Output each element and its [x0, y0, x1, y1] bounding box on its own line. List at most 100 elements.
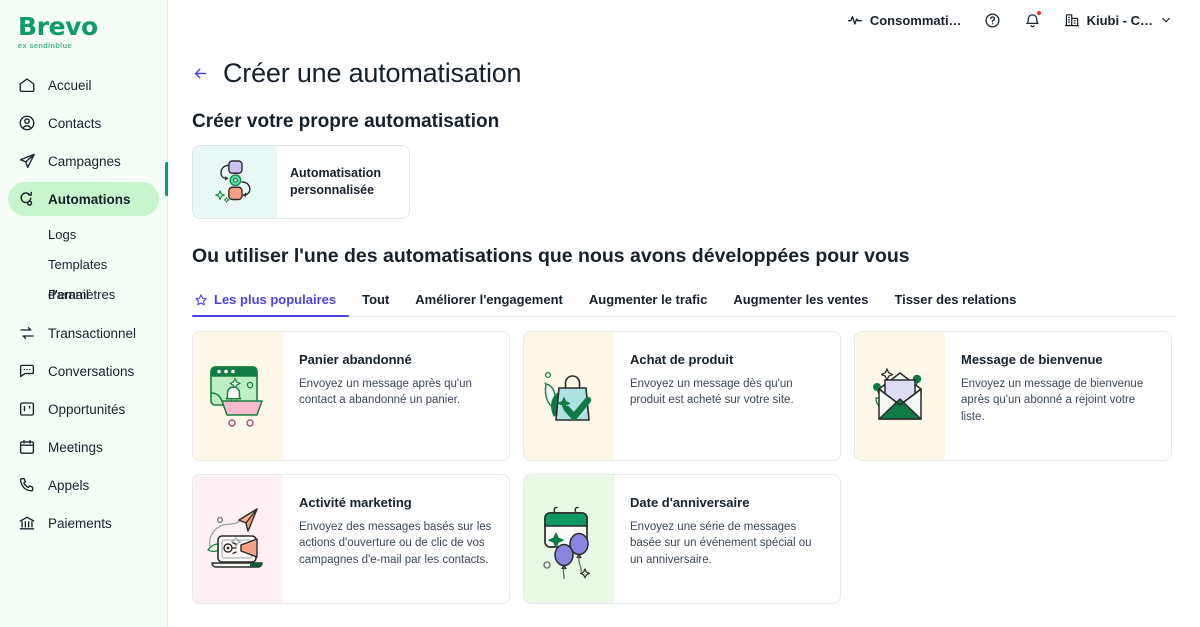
tab-ameliorer-l-engagement[interactable]: Améliorer l'engagement: [402, 284, 576, 316]
page-content: Créer une automatisation Créer votre pro…: [168, 40, 1200, 604]
page-title: Créer une automatisation: [223, 58, 522, 88]
template-title: Activité marketing: [299, 495, 412, 510]
template-title: Panier abandonné: [299, 352, 412, 367]
paper-plane-icon: [18, 152, 36, 170]
template-description: Envoyez des messages basés sur les actio…: [299, 521, 492, 566]
tab-tout[interactable]: Tout: [349, 284, 402, 316]
sidebar-subitem-templates-email[interactable]: Templates d'email: [8, 250, 159, 302]
help-button[interactable]: [978, 5, 1008, 35]
birthday-illustration: [524, 475, 614, 603]
sidebar-item-contacts[interactable]: Contacts: [8, 106, 159, 140]
section-title-templates: Ou utiliser l'une des automatisations qu…: [192, 245, 910, 267]
tab-label: Tisser des relations: [894, 292, 1017, 307]
abandoned-cart-illustration: [193, 332, 283, 460]
brand-logo[interactable]: Brevo ex sendinblue: [0, 6, 167, 64]
building-icon: [1064, 12, 1080, 28]
app-root: Brevo ex sendinblue Accueil Contacts Cam…: [0, 0, 1200, 627]
sidebar-item-opportunites[interactable]: Opportunités: [8, 392, 159, 426]
chat-icon: [18, 362, 36, 380]
sidebar-item-label: Appels: [48, 477, 90, 493]
sidebar-item-meetings[interactable]: Meetings: [8, 430, 159, 464]
template-card-panier-abandonne[interactable]: Panier abandonné Envoyez un message aprè…: [192, 331, 510, 461]
board-icon: [18, 400, 36, 418]
template-card-activite-marketing[interactable]: Activité marketing Envoyez des messages …: [192, 474, 510, 604]
template-card-body: Message de bienvenue Envoyez un message …: [945, 332, 1171, 460]
transfer-icon: [18, 324, 36, 342]
template-description: Envoyez une série de messages basée sur …: [630, 521, 812, 566]
sidebar-item-label: Transactionnel: [48, 325, 137, 341]
sidebar-item-paiements[interactable]: Paiements: [8, 506, 159, 540]
sidebar-subitem-parametres[interactable]: Paramètres: [8, 280, 159, 310]
help-circle-icon: [984, 12, 1001, 29]
sidebar-item-accueil[interactable]: Accueil: [8, 68, 159, 102]
notifications-button[interactable]: [1018, 5, 1048, 35]
custom-automation-illustration: [193, 146, 277, 218]
home-icon: [18, 76, 36, 94]
template-description: Envoyez un message de bienvenue après qu…: [961, 378, 1144, 423]
tab-tisser-des-relations[interactable]: Tisser des relations: [881, 284, 1029, 316]
tab-les-plus-populaires[interactable]: Les plus populaires: [192, 284, 350, 317]
star-icon: [194, 293, 208, 307]
custom-automation-label: Automatisation personnalisée: [277, 146, 409, 218]
tab-label: Augmenter le trafic: [588, 292, 708, 307]
sidebar-item-label: Meetings: [48, 439, 103, 455]
custom-automation-card[interactable]: Automatisation personnalisée: [192, 145, 410, 219]
bank-icon: [18, 514, 36, 532]
sidebar-item-transactionnel[interactable]: Transactionnel: [8, 316, 159, 350]
sidebar-item-label: Accueil: [48, 77, 92, 93]
template-card-body: Date d'anniversaire Envoyez une série de…: [614, 475, 840, 603]
topbar: Consommati… Kiubi - C…: [168, 0, 1200, 40]
sidebar-item-label: Paiements: [48, 515, 112, 531]
sidebar-item-conversations[interactable]: Conversations: [8, 354, 159, 388]
sidebar: Brevo ex sendinblue Accueil Contacts Cam…: [0, 0, 169, 627]
usage-label: Consommati…: [869, 12, 962, 28]
template-title: Message de bienvenue: [961, 352, 1103, 367]
template-card-body: Activité marketing Envoyez des messages …: [283, 475, 509, 603]
template-category-tabs: Les plus populaires Tout Améliorer l'eng…: [192, 284, 1176, 317]
template-card-achat-de-produit[interactable]: Achat de produit Envoyez un message dès …: [523, 331, 841, 461]
sidebar-item-automations[interactable]: Automations: [8, 182, 159, 216]
sidebar-item-label: Automations: [48, 191, 131, 207]
sidebar-item-appels[interactable]: Appels: [8, 468, 159, 502]
usage-button[interactable]: Consommati…: [841, 8, 968, 32]
tab-label: Les plus populaires: [214, 292, 337, 307]
brand-tagline: ex sendinblue: [18, 41, 72, 50]
template-title: Date d'anniversaire: [630, 495, 750, 510]
template-description: Envoyez un message dès qu'un produit est…: [630, 378, 794, 407]
sidebar-nav: Accueil Contacts Campagnes Automations L…: [0, 64, 167, 540]
tab-label: Augmenter les ventes: [733, 292, 869, 307]
page-header: Créer une automatisation: [192, 58, 1176, 89]
arrow-left-icon[interactable]: [192, 65, 209, 82]
template-description: Envoyez un message après qu'un contact a…: [299, 378, 472, 407]
notification-dot: [1035, 10, 1042, 16]
tab-augmenter-le-trafic[interactable]: Augmenter le trafic: [576, 284, 720, 316]
sidebar-item-campagnes[interactable]: Campagnes: [8, 144, 159, 178]
account-switcher[interactable]: Kiubi - C…: [1058, 8, 1178, 32]
chevron-down-icon: [1160, 14, 1172, 26]
template-title: Achat de produit: [630, 352, 734, 367]
main-area: Consommati… Kiubi - C… Créer une automat…: [168, 0, 1200, 627]
template-card-date-d-anniversaire[interactable]: Date d'anniversaire Envoyez une série de…: [523, 474, 841, 604]
template-grid: Panier abandonné Envoyez un message aprè…: [192, 331, 1176, 604]
phone-icon: [18, 476, 36, 494]
custom-automation-line1: Automatisation: [290, 166, 381, 181]
welcome-message-illustration: [855, 332, 945, 460]
sidebar-item-label: Opportunités: [48, 401, 126, 417]
user-circle-icon: [18, 114, 36, 132]
sidebar-subitem-logs[interactable]: Logs: [8, 220, 159, 250]
template-card-body: Panier abandonné Envoyez un message aprè…: [283, 332, 509, 460]
template-card-message-de-bienvenue[interactable]: Message de bienvenue Envoyez un message …: [854, 331, 1172, 461]
tab-label: Améliorer l'engagement: [415, 292, 563, 307]
custom-automation-line2: personnalisée: [290, 183, 375, 197]
brand-name: Brevo: [18, 12, 98, 41]
sidebar-item-label: Campagnes: [48, 153, 121, 169]
marketing-activity-illustration: [193, 475, 283, 603]
calendar-icon: [18, 438, 36, 456]
tab-label: Tout: [362, 292, 390, 307]
sidebar-item-label: Contacts: [48, 115, 102, 131]
account-label: Kiubi - C…: [1086, 12, 1153, 28]
pulse-icon: [847, 12, 863, 28]
tab-augmenter-les-ventes[interactable]: Augmenter les ventes: [720, 284, 881, 316]
product-purchase-illustration: [524, 332, 614, 460]
section-title-custom: Créer votre propre automatisation: [192, 111, 500, 132]
